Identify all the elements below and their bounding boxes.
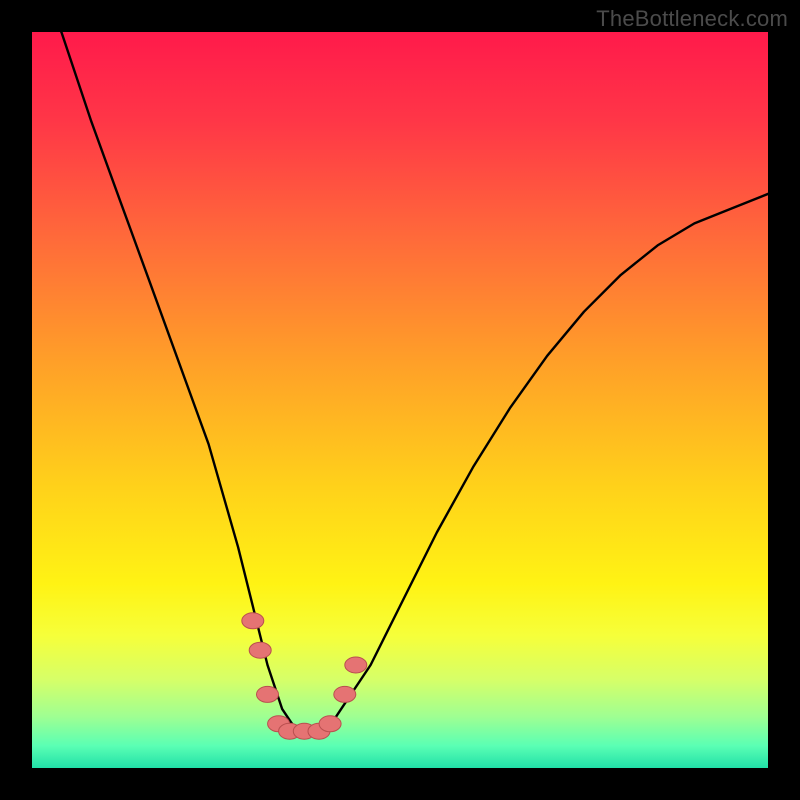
curve-marker (242, 613, 264, 629)
bottleneck-curve (32, 32, 768, 731)
curve-marker (319, 716, 341, 732)
curve-layer (32, 32, 768, 768)
chart-frame: TheBottleneck.com (0, 0, 800, 800)
plot-area (32, 32, 768, 768)
curve-marker (334, 686, 356, 702)
curve-marker (345, 657, 367, 673)
marker-group (242, 613, 367, 739)
watermark-text: TheBottleneck.com (596, 6, 788, 32)
curve-marker (257, 686, 279, 702)
curve-marker (249, 642, 271, 658)
